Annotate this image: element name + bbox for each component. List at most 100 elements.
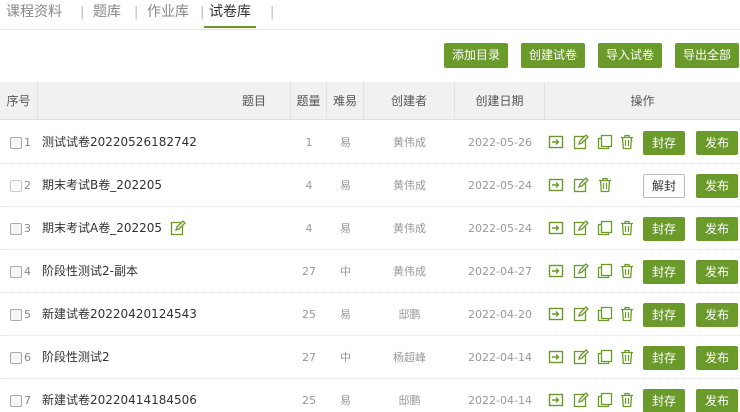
add-directory-button[interactable]: 添加目录 bbox=[444, 43, 509, 68]
column-header-operations: 操作 bbox=[630, 94, 655, 108]
seal-button[interactable]: 封存 bbox=[643, 389, 685, 412]
row-checkbox[interactable] bbox=[10, 266, 22, 278]
row-index: 2 bbox=[24, 179, 31, 192]
row-checkbox[interactable] bbox=[10, 352, 22, 364]
creator: 杨超峰 bbox=[393, 351, 426, 364]
tab-bar: 课程资料 | 题库 | 作业库 | 试卷库 | bbox=[0, 0, 740, 30]
tab-course-materials[interactable]: 课程资料 bbox=[6, 2, 62, 28]
move-icon[interactable] bbox=[548, 306, 564, 322]
publish-button[interactable]: 发布 bbox=[696, 389, 738, 412]
question-count: 27 bbox=[302, 265, 316, 278]
unseal-button[interactable]: 解封 bbox=[643, 174, 685, 198]
question-count: 25 bbox=[302, 308, 316, 321]
move-icon[interactable] bbox=[548, 392, 564, 408]
publish-button[interactable]: 发布 bbox=[696, 131, 738, 155]
move-icon[interactable] bbox=[548, 177, 564, 193]
column-header-creator: 创建者 bbox=[364, 82, 455, 120]
created-date: 2022-04-14 bbox=[468, 394, 532, 407]
created-date: 2022-05-26 bbox=[468, 136, 532, 149]
trash-icon[interactable] bbox=[619, 306, 635, 322]
create-exam-button[interactable]: 创建试卷 bbox=[521, 43, 586, 68]
copy-icon[interactable] bbox=[597, 263, 613, 279]
row-index: 1 bbox=[24, 136, 31, 149]
import-exam-button[interactable]: 导入试卷 bbox=[598, 43, 663, 68]
edit-icon[interactable] bbox=[573, 134, 589, 150]
edit-title-icon[interactable] bbox=[170, 220, 186, 236]
copy-icon[interactable] bbox=[597, 220, 613, 236]
column-header-count: 题量 bbox=[291, 82, 327, 120]
tab-exam-bank[interactable]: 试卷库 bbox=[204, 2, 256, 28]
edit-icon[interactable] bbox=[573, 177, 589, 193]
created-date: 2022-04-27 bbox=[468, 265, 532, 278]
exam-title[interactable]: 测试试卷20220526182742 bbox=[42, 121, 197, 164]
tab-separator: | bbox=[80, 5, 85, 20]
edit-icon[interactable] bbox=[573, 392, 589, 408]
edit-icon[interactable] bbox=[573, 220, 589, 236]
trash-icon[interactable] bbox=[619, 263, 635, 279]
publish-button[interactable]: 发布 bbox=[696, 174, 738, 198]
copy-icon[interactable] bbox=[597, 392, 613, 408]
trash-icon[interactable] bbox=[619, 134, 635, 150]
created-date: 2022-04-20 bbox=[468, 308, 532, 321]
row-checkbox[interactable] bbox=[10, 137, 22, 149]
tab-separator: | bbox=[134, 5, 139, 20]
edit-icon[interactable] bbox=[573, 263, 589, 279]
creator: 邸鹏 bbox=[398, 308, 421, 321]
trash-icon[interactable] bbox=[619, 392, 635, 408]
row-index: 6 bbox=[24, 351, 31, 364]
exam-title[interactable]: 期末考试B卷_202205 bbox=[42, 164, 162, 207]
seal-button[interactable]: 封存 bbox=[643, 260, 685, 284]
move-icon[interactable] bbox=[548, 134, 564, 150]
creator: 黄伟成 bbox=[393, 222, 426, 235]
row-checkbox[interactable] bbox=[10, 223, 22, 235]
table-row: 3 期末考试A卷_202205 4 易 黄伟成 2022-05-24 封存 发布 bbox=[0, 207, 740, 250]
move-icon[interactable] bbox=[548, 263, 564, 279]
exam-title[interactable]: 期末考试A卷_202205 bbox=[42, 207, 162, 250]
copy-icon[interactable] bbox=[597, 306, 613, 322]
edit-icon[interactable] bbox=[573, 349, 589, 365]
publish-button[interactable]: 发布 bbox=[696, 217, 738, 241]
question-count: 1 bbox=[305, 136, 313, 149]
difficulty: 易 bbox=[340, 179, 351, 192]
created-date: 2022-04-14 bbox=[468, 351, 532, 364]
seal-button[interactable]: 封存 bbox=[643, 217, 685, 241]
creator: 邸鹏 bbox=[398, 394, 421, 407]
move-icon[interactable] bbox=[548, 220, 564, 236]
publish-button[interactable]: 发布 bbox=[696, 346, 738, 370]
column-header-index: 序号 bbox=[0, 82, 38, 120]
exam-title[interactable]: 阶段性测试2 bbox=[42, 336, 110, 379]
seal-button[interactable]: 封存 bbox=[643, 303, 685, 327]
tab-homework-bank[interactable]: 作业库 bbox=[147, 2, 189, 28]
seal-button[interactable]: 封存 bbox=[643, 131, 685, 155]
tab-separator: | bbox=[270, 5, 275, 20]
difficulty: 易 bbox=[340, 136, 351, 149]
difficulty: 易 bbox=[340, 222, 351, 235]
question-count: 4 bbox=[305, 222, 313, 235]
seal-button[interactable]: 封存 bbox=[643, 346, 685, 370]
tab-question-bank[interactable]: 题库 bbox=[93, 2, 121, 28]
created-date: 2022-05-24 bbox=[468, 179, 532, 192]
row-index: 7 bbox=[24, 394, 31, 407]
difficulty: 中 bbox=[340, 351, 351, 364]
exam-title[interactable]: 新建试卷20220420124543 bbox=[42, 293, 197, 336]
trash-icon[interactable] bbox=[619, 349, 635, 365]
row-index: 3 bbox=[24, 222, 31, 235]
creator: 黄伟成 bbox=[393, 265, 426, 278]
copy-icon[interactable] bbox=[597, 134, 613, 150]
publish-button[interactable]: 发布 bbox=[696, 260, 738, 284]
exam-title[interactable]: 新建试卷20220414184506 bbox=[42, 379, 197, 412]
exam-title[interactable]: 阶段性测试2-副本 bbox=[42, 250, 138, 293]
row-checkbox[interactable] bbox=[10, 395, 22, 407]
publish-button[interactable]: 发布 bbox=[696, 303, 738, 327]
trash-icon[interactable] bbox=[619, 220, 635, 236]
row-checkbox[interactable] bbox=[10, 309, 22, 321]
question-count: 4 bbox=[305, 179, 313, 192]
created-date: 2022-05-24 bbox=[468, 222, 532, 235]
difficulty: 中 bbox=[340, 265, 351, 278]
copy-icon[interactable] bbox=[597, 349, 613, 365]
export-all-button[interactable]: 导出全部 bbox=[675, 43, 740, 68]
edit-icon[interactable] bbox=[573, 306, 589, 322]
column-header-title: 题目 bbox=[38, 82, 291, 120]
move-icon[interactable] bbox=[548, 349, 564, 365]
trash-icon[interactable] bbox=[597, 177, 613, 193]
